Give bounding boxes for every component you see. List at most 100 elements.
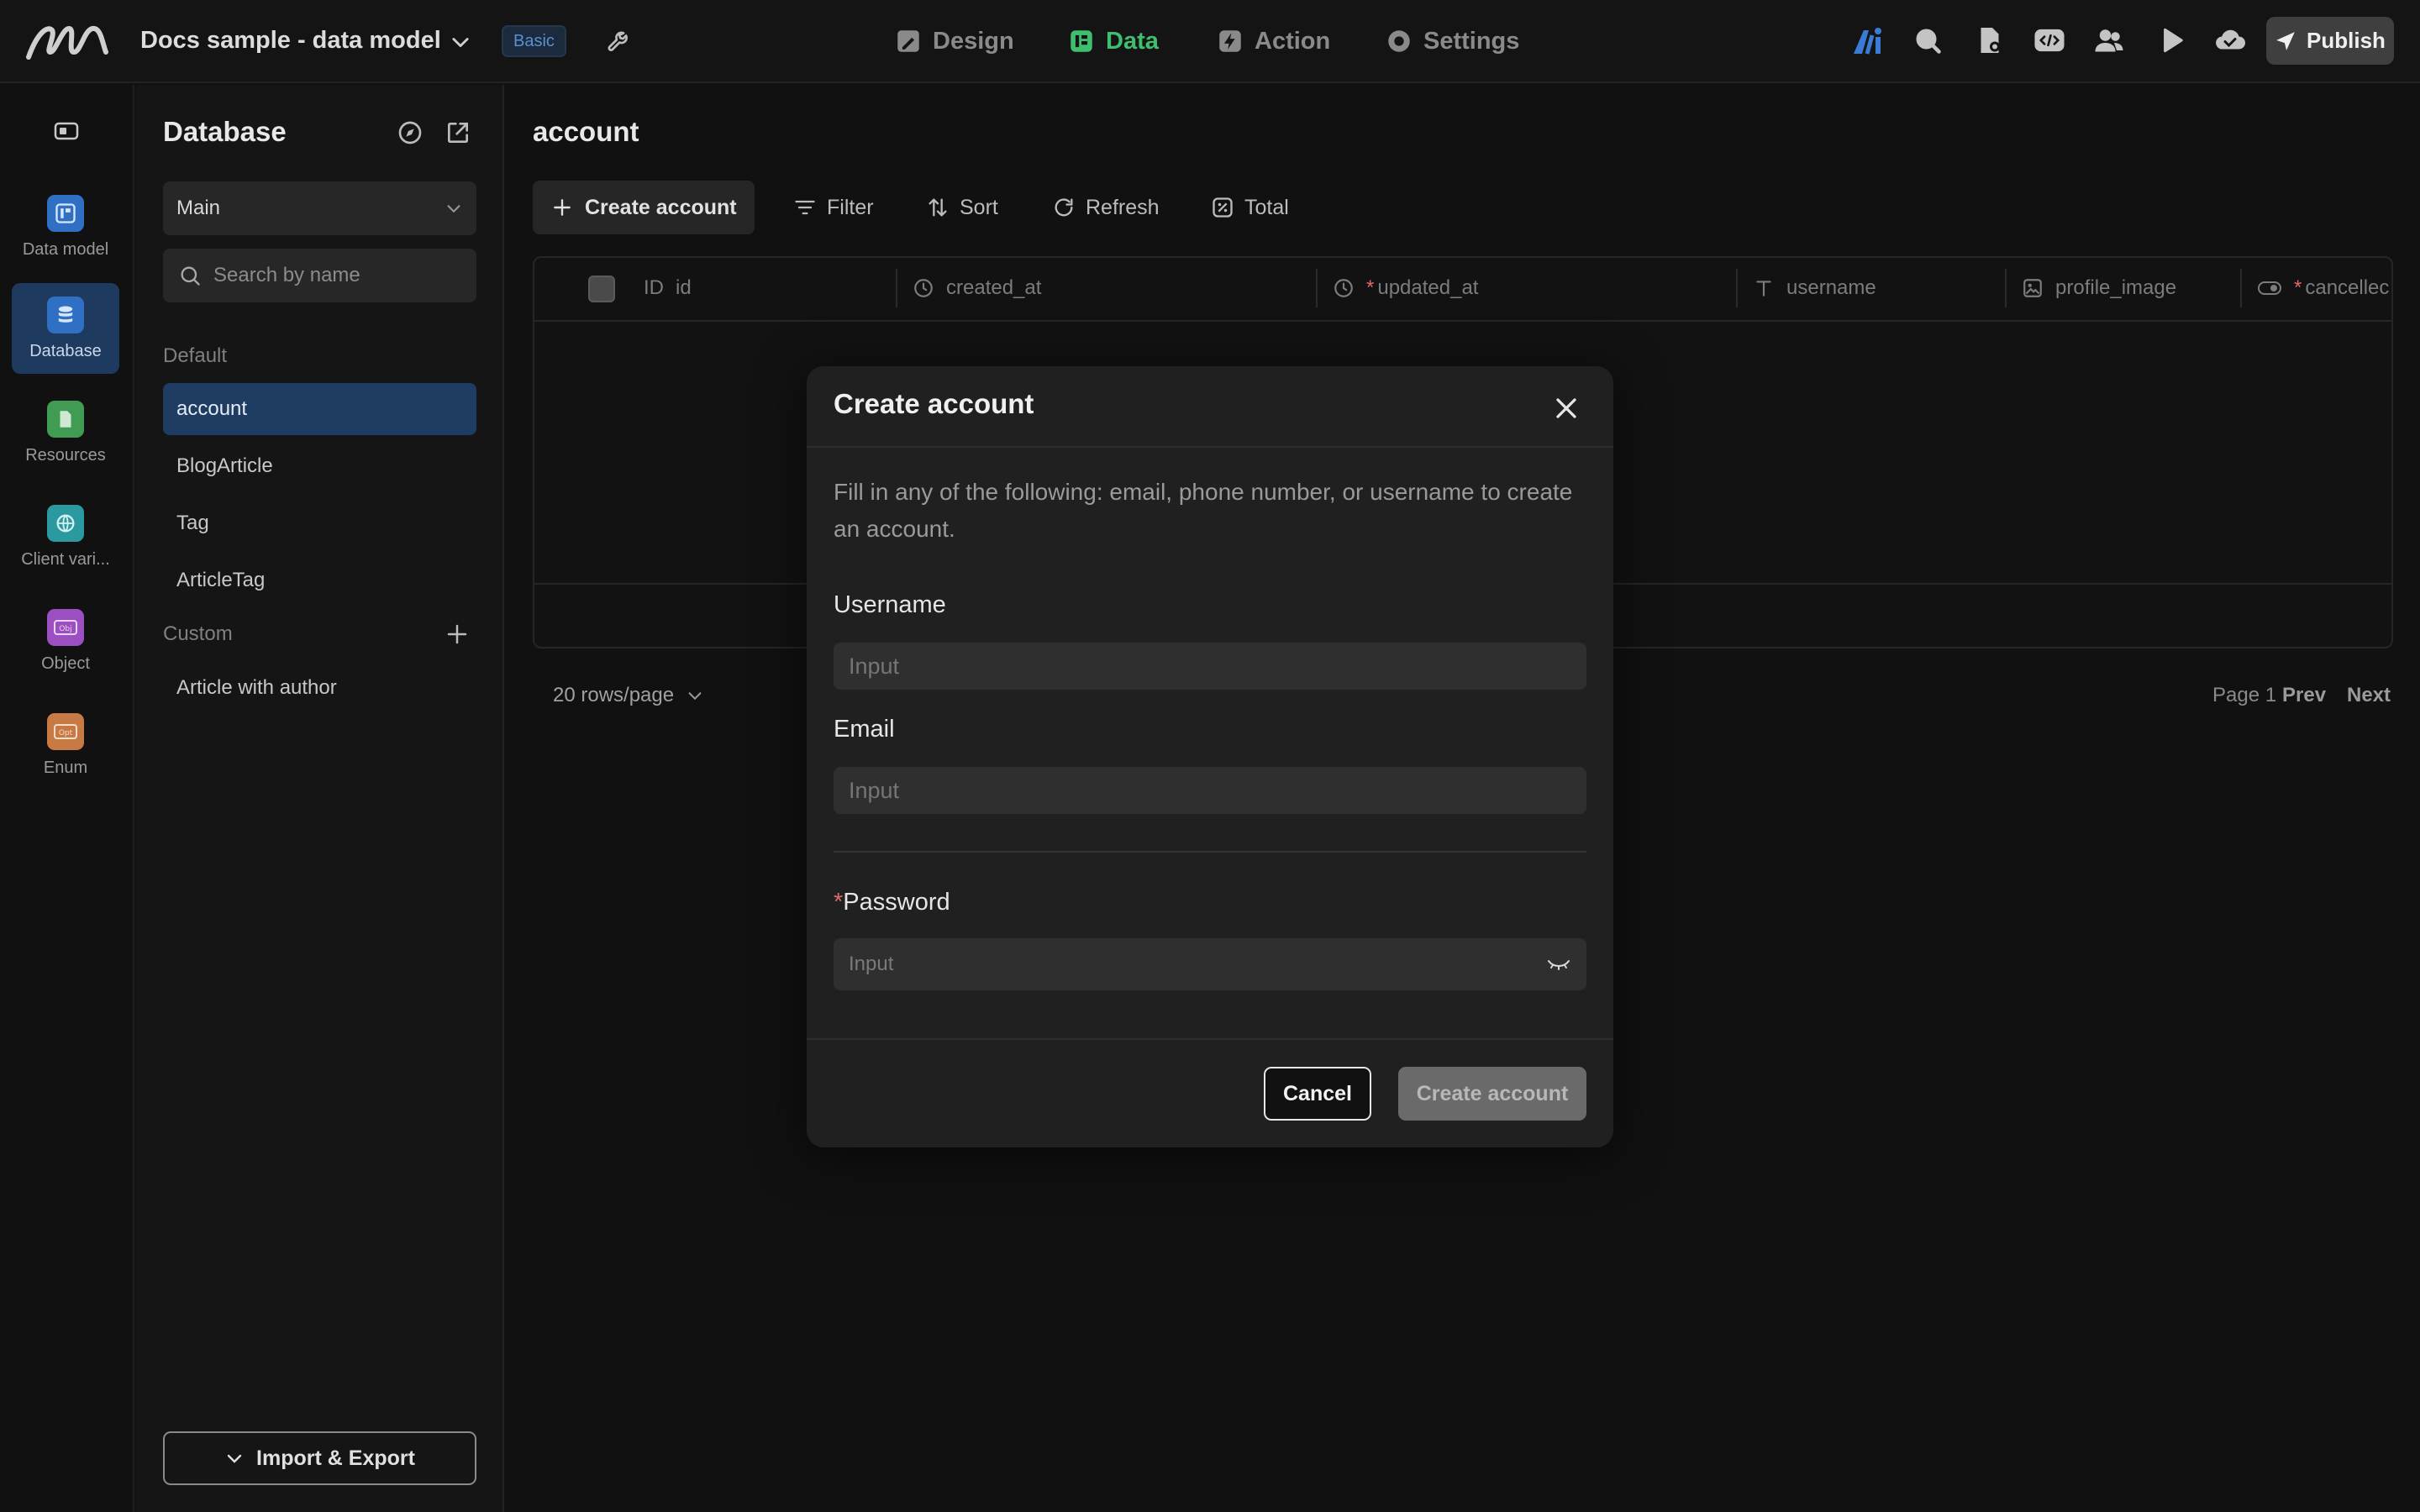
password-input[interactable]: Input xyxy=(834,938,1586,990)
column-name: id xyxy=(676,276,692,299)
column-name: username xyxy=(1786,276,1876,299)
tab-design[interactable]: Design xyxy=(894,22,1014,60)
column-name: profile_image xyxy=(2055,276,2177,299)
password-label: *Password xyxy=(834,889,950,916)
username-input[interactable] xyxy=(834,643,1586,690)
sort-button[interactable]: Sort xyxy=(926,181,998,234)
rail-item-enum[interactable]: Opt Enum xyxy=(12,700,119,790)
total-button[interactable]: Total xyxy=(1211,181,1289,234)
table-item-article-with-author[interactable]: Article with author xyxy=(163,662,476,714)
toggle-type-icon xyxy=(2257,278,2282,298)
users-icon[interactable] xyxy=(2092,25,2126,55)
select-all-checkbox[interactable] xyxy=(588,276,615,302)
search-icon[interactable] xyxy=(1912,25,1943,55)
image-icon xyxy=(2022,277,2044,299)
tab-settings[interactable]: Settings xyxy=(1385,22,1519,60)
cloud-check-icon[interactable] xyxy=(2213,25,2247,55)
external-link-icon[interactable] xyxy=(445,119,471,146)
table-item-articletag[interactable]: ArticleTag xyxy=(163,554,476,606)
clock-icon xyxy=(1333,277,1355,299)
globe-icon xyxy=(47,505,84,542)
create-account-label: Create account xyxy=(585,195,737,219)
project-name[interactable]: Docs sample - data model xyxy=(140,24,441,57)
table-item-blogarticle[interactable]: BlogArticle xyxy=(163,440,476,492)
chevron-down-icon[interactable] xyxy=(449,30,472,54)
rail-item-client-variables[interactable]: Client vari... xyxy=(12,491,119,582)
dialog-title: Create account xyxy=(834,388,1034,419)
tab-data-label: Data xyxy=(1106,27,1159,55)
column-divider[interactable] xyxy=(2005,269,2007,307)
table-search-input[interactable]: Search by name xyxy=(163,249,476,302)
section-label-custom: Custom xyxy=(163,622,233,645)
rail-label: Enum xyxy=(43,759,88,777)
username-label: Username xyxy=(834,591,946,618)
table-item-tag[interactable]: Tag xyxy=(163,497,476,549)
refresh-button[interactable]: Refresh xyxy=(1052,181,1160,234)
password-label-text: Password xyxy=(843,889,950,916)
column-header-created-at[interactable]: created_at xyxy=(913,269,1041,307)
column-header-username[interactable]: username xyxy=(1753,269,1876,307)
sort-icon xyxy=(926,196,950,219)
filter-button[interactable]: Filter xyxy=(793,181,874,234)
sidebar-toggle-icon[interactable] xyxy=(54,120,79,142)
publish-button[interactable]: Publish xyxy=(2266,17,2394,65)
submit-create-account-button[interactable]: Create account xyxy=(1398,1067,1586,1121)
create-account-button[interactable]: Create account xyxy=(533,181,755,234)
enum-icon: Opt xyxy=(47,713,84,750)
rail-item-database[interactable]: Database xyxy=(12,283,119,374)
tab-action-label: Action xyxy=(1255,27,1331,55)
email-input[interactable] xyxy=(834,767,1586,814)
cancel-button[interactable]: Cancel xyxy=(1264,1067,1371,1121)
data-model-icon xyxy=(47,195,84,232)
table-item-account[interactable]: account xyxy=(163,383,476,435)
required-mark: * xyxy=(1366,276,1375,299)
object-icon: Obj xyxy=(47,609,84,646)
tab-action[interactable]: Action xyxy=(1216,22,1330,60)
clock-icon xyxy=(913,277,934,299)
column-divider[interactable] xyxy=(896,269,897,307)
dialog-description: Fill in any of the following: email, pho… xyxy=(834,479,1573,542)
app-logo-icon[interactable] xyxy=(25,18,109,62)
column-divider[interactable] xyxy=(2240,269,2242,307)
next-page-button[interactable]: Next xyxy=(2347,684,2391,707)
password-placeholder: Input xyxy=(849,953,894,975)
dialog-divider xyxy=(807,1038,1613,1040)
dialog-divider xyxy=(807,446,1613,448)
rail-item-resources[interactable]: Resources xyxy=(12,387,119,478)
column-header-profile-image[interactable]: profile_image xyxy=(2022,269,2176,307)
filter-label: Filter xyxy=(827,195,874,219)
eye-closed-icon[interactable] xyxy=(1546,955,1571,974)
gear-icon xyxy=(1385,27,1413,55)
email-label: Email xyxy=(834,716,895,743)
compass-icon[interactable] xyxy=(397,119,424,146)
column-divider[interactable] xyxy=(1316,269,1318,307)
rows-per-page-select[interactable]: 20 rows/page xyxy=(553,684,704,707)
required-mark: * xyxy=(2294,276,2302,299)
page-indicator: Page 1 xyxy=(2212,684,2277,706)
play-icon[interactable] xyxy=(2158,25,2186,55)
rail-item-object[interactable]: Obj Object xyxy=(12,596,119,686)
search-icon xyxy=(178,264,202,287)
tab-data[interactable]: Data xyxy=(1067,22,1159,60)
page-title: account xyxy=(533,116,639,147)
database-select[interactable]: Main xyxy=(163,181,476,235)
send-icon xyxy=(2275,30,2296,52)
lightning-icon xyxy=(1216,27,1244,55)
wrench-icon[interactable] xyxy=(605,25,635,55)
column-header-updated-at[interactable]: * updated_at xyxy=(1333,269,1478,307)
code-icon[interactable] xyxy=(2033,25,2065,55)
add-custom-table-icon[interactable] xyxy=(445,622,470,647)
ai-assistant-icon[interactable] xyxy=(1850,25,1884,57)
table-icon xyxy=(1067,27,1096,55)
file-settings-icon[interactable] xyxy=(1975,25,2005,55)
column-divider[interactable] xyxy=(1736,269,1738,307)
close-icon[interactable] xyxy=(1549,391,1583,425)
prev-page-button[interactable]: Prev xyxy=(2282,684,2326,707)
rail-item-data-model[interactable]: Data model xyxy=(12,181,119,272)
column-header-id[interactable]: ID id xyxy=(644,269,692,307)
column-header-cancelled[interactable]: * cancellec xyxy=(2257,269,2391,307)
field-divider xyxy=(834,851,1586,853)
import-export-button[interactable]: Import & Export xyxy=(163,1431,476,1485)
file-icon xyxy=(47,401,84,438)
svg-text:Obj: Obj xyxy=(59,625,71,633)
